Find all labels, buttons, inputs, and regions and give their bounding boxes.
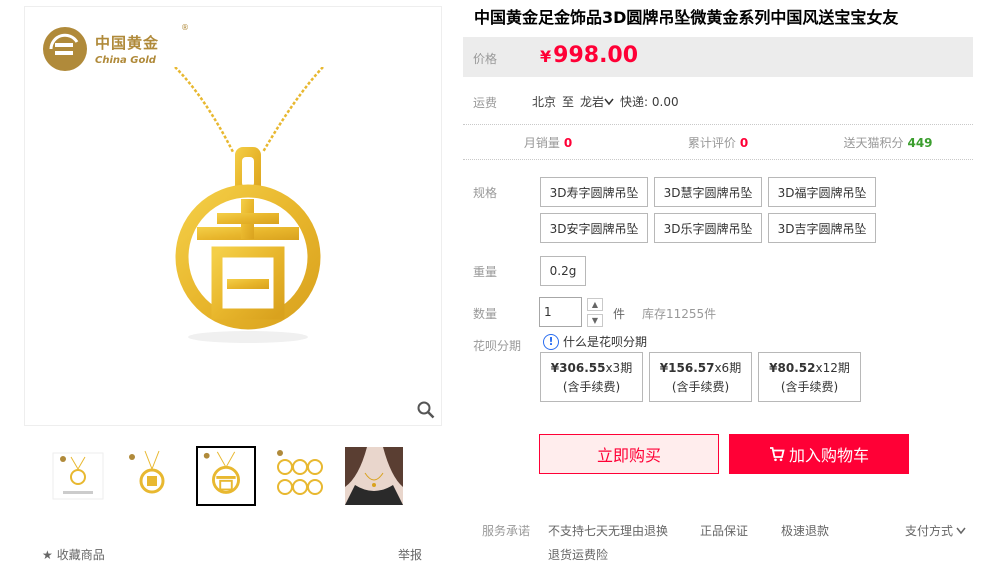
stats-bar: 月销量 0 累计评价 0 送天猫积分 449 (463, 124, 973, 160)
thumbnail-3[interactable] (196, 446, 256, 506)
chevron-down-icon (604, 98, 614, 105)
star-icon: ★ (42, 547, 53, 562)
huabei-plan-6-fee: (含手续费) (671, 380, 730, 394)
thumbnail-4[interactable] (270, 446, 330, 506)
spec-option-3[interactable]: 3D福字圆牌吊坠 (768, 177, 876, 207)
thumbnail-model-image (345, 447, 403, 505)
payment-methods-dropdown[interactable]: 支付方式 (905, 522, 966, 539)
huabei-plan-12-term: x12期 (815, 361, 850, 375)
review-count-value: 0 (739, 135, 749, 150)
monthly-sales-label: 月销量 (523, 135, 560, 150)
add-to-cart-label: 加入购物车 (788, 446, 869, 465)
tmall-points-label: 送天猫积分 (843, 135, 904, 150)
price-label: 价格 (473, 52, 498, 66)
add-to-cart-button[interactable]: 加入购物车 (729, 434, 909, 474)
spec-label: 规格 (473, 186, 498, 200)
thumbnail-2[interactable] (122, 446, 182, 506)
thumbnail-5[interactable] (344, 446, 404, 506)
pendant-image (174, 67, 324, 343)
thumbnail-box-image (52, 452, 104, 500)
stock-count: 库存11255件 (642, 307, 717, 321)
shipping-row: 北京 至 龙岩 快递: 0.00 (532, 93, 679, 110)
huabei-plan-3-term: x3期 (605, 361, 633, 375)
quantity-input[interactable]: 1 (539, 297, 582, 327)
review-count[interactable]: 累计评价 0 (633, 134, 803, 151)
huabei-plan-12-price: ¥80.52x12期 (759, 359, 860, 378)
thumbnail-1[interactable] (48, 446, 108, 506)
registered-mark: ® (181, 23, 189, 32)
tmall-points-value: 449 (907, 135, 933, 150)
huabei-plan-6[interactable]: ¥156.57x6期 (含手续费) (649, 352, 752, 402)
price-value: ¥998.00 (540, 43, 638, 68)
payment-label: 支付方式 (905, 524, 954, 538)
huabei-plan-12[interactable]: ¥80.52x12期 (含手续费) (758, 352, 861, 402)
huabei-plan-12-amount: ¥80.52 (769, 361, 816, 375)
weight-label: 重量 (473, 265, 498, 279)
service-label: 服务承诺 (482, 524, 531, 538)
huabei-plan-3-fee: (含手续费) (562, 380, 621, 394)
express-fee: 快递: 0.00 (620, 95, 679, 109)
info-icon: ! (543, 333, 559, 350)
quantity-increase-button[interactable]: ▲ (587, 298, 603, 311)
ship-to-select[interactable]: 龙岩 (580, 93, 614, 110)
monthly-sales-value: 0 (563, 135, 573, 150)
huabei-plan-3[interactable]: ¥306.55x3期 (含手续费) (540, 352, 643, 402)
ship-to-value: 龙岩 (580, 95, 605, 109)
quantity-label: 数量 (473, 307, 498, 321)
review-count-label: 累计评价 (687, 135, 736, 150)
quantity-unit: 件 (613, 307, 626, 321)
thumbnail-set-image (277, 450, 323, 495)
thumbnail-fu-image (129, 450, 165, 494)
shipping-label: 运费 (473, 96, 498, 110)
huabei-plan-6-term: x6期 (714, 361, 742, 375)
zoom-icon[interactable] (417, 401, 435, 419)
report-link[interactable]: 举报 (398, 546, 422, 563)
favorite-label: 收藏商品 (56, 548, 105, 562)
service-no-return[interactable]: 不支持七天无理由退换 (548, 522, 668, 539)
china-gold-logo: 中国黄金 China Gold ® (41, 23, 189, 73)
ship-from: 北京 (532, 95, 557, 109)
currency-symbol: ¥ (540, 47, 552, 66)
logo-text-cn: 中国黄金 (95, 34, 160, 52)
spec-option-4[interactable]: 3D安字圆牌吊坠 (540, 213, 648, 243)
spec-option-1[interactable]: 3D寿字圆牌吊坠 (540, 177, 648, 207)
spec-option-6[interactable]: 3D吉字圆牌吊坠 (768, 213, 876, 243)
service-fast-refund[interactable]: 极速退款 (781, 522, 829, 539)
service-authentic[interactable]: 正品保证 (700, 522, 748, 539)
price-amount: 998.00 (553, 43, 639, 68)
service-return-shipping[interactable]: 退货运费险 (548, 546, 608, 563)
ship-to-word: 至 (562, 95, 575, 109)
logo-text-en: China Gold (95, 55, 156, 66)
favorite-button[interactable]: ★ 收藏商品 (42, 546, 105, 563)
product-title: 中国黄金足金饰品3D圆牌吊坠微黄金系列中国风送宝宝女友 (474, 8, 899, 27)
huabei-plan-6-price: ¥156.57x6期 (650, 359, 751, 378)
spec-option-5[interactable]: 3D乐字圆牌吊坠 (654, 213, 762, 243)
thumbnail-strip (48, 446, 404, 506)
thumbnail-ji-image (203, 451, 240, 494)
cart-icon (769, 447, 785, 462)
quantity-decrease-button[interactable]: ▼ (587, 314, 603, 327)
price-bar: 价格 ¥998.00 (463, 37, 973, 77)
spec-option-2[interactable]: 3D慧字圆牌吊坠 (654, 177, 762, 207)
monthly-sales: 月销量 0 (463, 134, 633, 151)
huabei-help-link[interactable]: ! 什么是花呗分期 (543, 333, 647, 350)
huabei-plan-6-amount: ¥156.57 (659, 361, 715, 375)
huabei-plan-3-amount: ¥306.55 (550, 361, 606, 375)
main-product-image[interactable]: 中国黄金 China Gold ® (24, 6, 442, 426)
chevron-down-icon (956, 527, 966, 534)
huabei-plan-3-price: ¥306.55x3期 (541, 359, 642, 378)
weight-option[interactable]: 0.2g (540, 256, 586, 286)
huabei-label: 花呗分期 (473, 339, 522, 353)
huabei-help-text: 什么是花呗分期 (563, 335, 648, 349)
buy-now-button[interactable]: 立即购买 (539, 434, 719, 474)
china-gold-logo-icon (43, 27, 87, 71)
tmall-points: 送天猫积分 449 (803, 134, 973, 151)
huabei-plan-12-fee: (含手续费) (780, 380, 839, 394)
